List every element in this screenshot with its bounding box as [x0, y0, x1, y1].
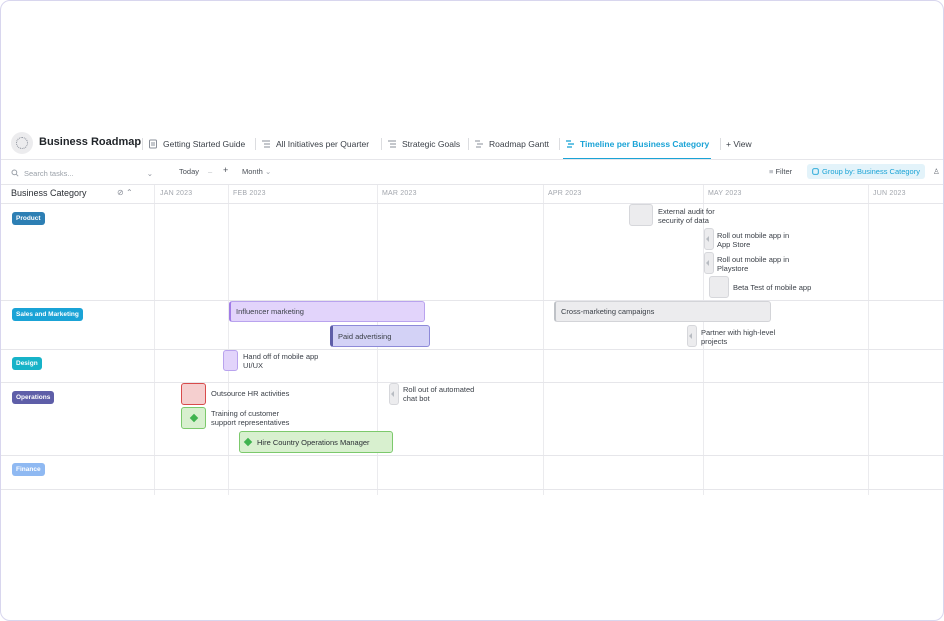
- app-frame: Business Roadmap Getting Started Guide A…: [0, 0, 944, 621]
- row-divider: [1, 300, 943, 301]
- collapse-icon[interactable]: ⌃: [126, 188, 133, 197]
- task-label: Beta Test of mobile app: [733, 283, 812, 292]
- group-badge-product[interactable]: Product: [12, 212, 45, 225]
- gantt-icon: [475, 140, 483, 148]
- group-badge-design[interactable]: Design: [12, 357, 42, 370]
- task-milestone[interactable]: [687, 325, 697, 347]
- group-badge-finance[interactable]: Finance: [12, 463, 45, 476]
- task-milestone[interactable]: [709, 276, 729, 298]
- task-label: Roll out mobile app in Playstore: [717, 255, 790, 273]
- search-input[interactable]: Search tasks... ⌄: [11, 166, 153, 180]
- chevron-down-icon[interactable]: ⌄: [147, 169, 153, 178]
- today-button[interactable]: Today: [179, 167, 199, 176]
- tab-roadmap-gantt[interactable]: Roadmap Gantt: [467, 129, 550, 159]
- task-bar[interactable]: Paid advertising: [330, 325, 430, 347]
- month-header: JUN 2023: [873, 190, 906, 197]
- filter-button[interactable]: ≡ Filter: [769, 167, 792, 176]
- user-icon[interactable]: ♙: [933, 167, 940, 176]
- zoom-select[interactable]: Month ⌄: [242, 167, 271, 176]
- task-milestone[interactable]: [389, 383, 399, 405]
- toolbar: Search tasks... ⌄ Today – + Month ⌄ ≡ Fi…: [1, 161, 943, 185]
- list-icon: [388, 140, 396, 148]
- task-bar[interactable]: Influencer marketing: [229, 301, 425, 322]
- month-header: FEB 2023: [233, 190, 266, 197]
- filter-label: Filter: [775, 167, 793, 176]
- row-divider: [1, 203, 943, 204]
- task-milestone[interactable]: [629, 204, 653, 226]
- group-by-label: Group by: Business Category: [822, 167, 920, 176]
- list-icon: [262, 140, 270, 148]
- chevron-down-icon: ⌄: [264, 167, 272, 176]
- task-label: Training of customer support representati…: [211, 409, 290, 427]
- milestone-diamond-icon: [243, 437, 253, 447]
- task-bar[interactable]: Cross-marketing campaigns: [554, 301, 771, 322]
- month-divider: [868, 185, 869, 495]
- timeline-grid: Business Category ⊘ ⌃ JAN 2023 FEB 2023 …: [1, 185, 943, 495]
- view-tabs: Business Roadmap Getting Started Guide A…: [11, 129, 943, 160]
- search-icon: [11, 169, 19, 177]
- month-divider: [543, 185, 544, 495]
- task-milestone[interactable]: [704, 252, 714, 274]
- task-milestone[interactable]: [704, 228, 714, 250]
- month-header: APR 2023: [548, 190, 582, 197]
- month-header: MAY 2023: [708, 190, 742, 197]
- hide-icon[interactable]: ⊘ ⌃: [117, 188, 133, 197]
- tab-getting-started[interactable]: Getting Started Guide: [141, 129, 246, 159]
- space-icon[interactable]: [11, 132, 33, 154]
- row-divider: [1, 455, 943, 456]
- milestone-diamond-icon: [189, 413, 198, 423]
- tab-label: Getting Started Guide: [163, 139, 246, 149]
- add-view-button[interactable]: + View: [720, 129, 752, 159]
- row-divider: [1, 349, 943, 350]
- task-label: Hand off of mobile app UI/UX: [243, 352, 319, 370]
- zoom-in-icon[interactable]: +: [223, 165, 228, 175]
- tab-label: Timeline per Business Category: [580, 139, 710, 149]
- add-view-label: + View: [726, 139, 752, 149]
- row-divider: [1, 489, 943, 490]
- tabs-divider: [1, 159, 943, 160]
- group-by-button[interactable]: Group by: Business Category: [807, 164, 925, 179]
- group-column-header: Business Category: [11, 188, 87, 198]
- task-milestone[interactable]: [181, 407, 206, 429]
- task-milestone[interactable]: [181, 383, 206, 405]
- month-header: MAR 2023: [382, 190, 417, 197]
- tab-label: Strategic Goals: [402, 139, 461, 149]
- task-label: Roll out of automated chat bot: [403, 385, 475, 403]
- tab-label: Roadmap Gantt: [489, 139, 550, 149]
- group-badge-operations[interactable]: Operations: [12, 391, 55, 404]
- task-label: Roll out mobile app in App Store: [717, 231, 790, 249]
- task-milestone[interactable]: [223, 350, 238, 371]
- tab-timeline-business-category[interactable]: Timeline per Business Category: [558, 129, 712, 160]
- tab-strategic-goals[interactable]: Strategic Goals: [380, 129, 461, 159]
- task-label: Outsource HR activities: [211, 389, 290, 398]
- task-label: Partner with high-level projects: [701, 328, 776, 346]
- timeline-icon: [566, 140, 574, 148]
- tab-label: All Initiatives per Quarter: [276, 139, 370, 149]
- layers-icon: [812, 168, 819, 175]
- row-divider: [1, 382, 943, 383]
- month-header: JAN 2023: [160, 190, 193, 197]
- space-title: Business Roadmap: [39, 136, 142, 148]
- task-label: External audit for security of data: [658, 207, 715, 225]
- tab-all-initiatives[interactable]: All Initiatives per Quarter: [254, 129, 370, 159]
- task-bar[interactable]: Hire Country Operations Manager: [239, 431, 393, 453]
- task-bar-label: Hire Country Operations Manager: [257, 437, 370, 447]
- group-badge-sales-marketing[interactable]: Sales and Marketing: [12, 308, 83, 321]
- search-placeholder: Search tasks...: [24, 168, 74, 178]
- column-divider: [154, 185, 155, 495]
- zoom-label: Month: [242, 167, 263, 176]
- zoom-out-icon[interactable]: –: [208, 167, 212, 176]
- month-divider: [228, 185, 229, 495]
- doc-icon: [149, 139, 157, 149]
